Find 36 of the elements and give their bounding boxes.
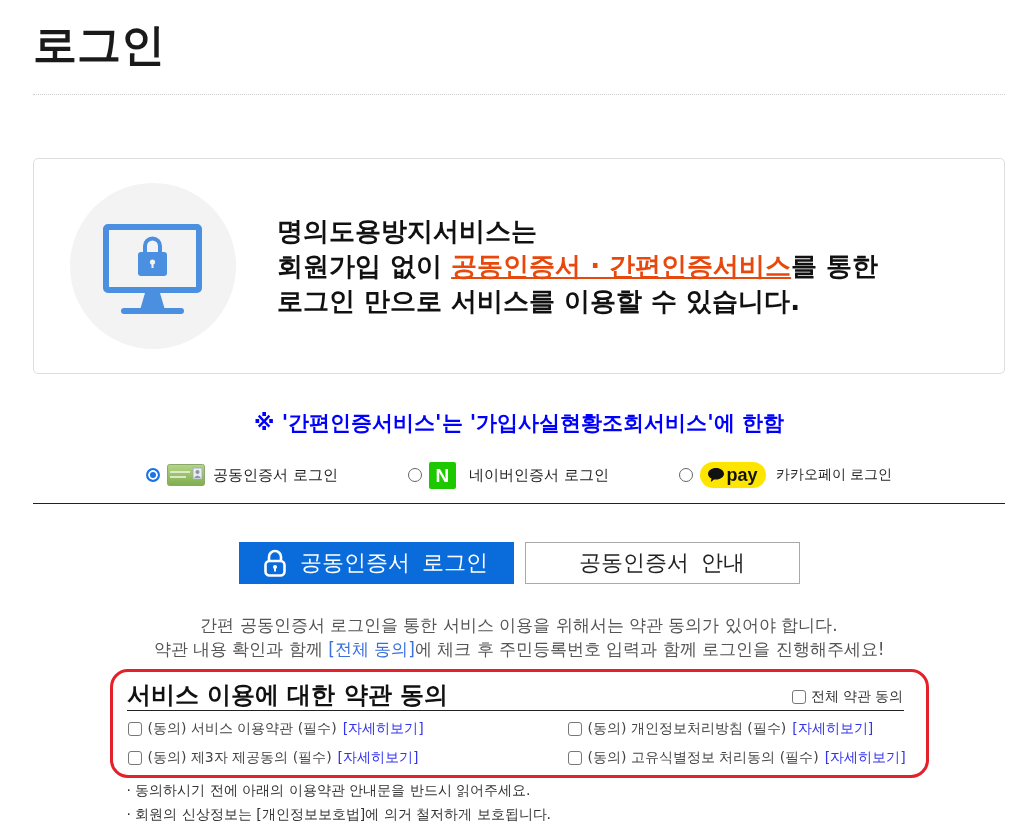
checkbox[interactable] (567, 750, 582, 765)
agreement-notice-text: 간편 공동인증서 로그인을 통한 서비스 이용을 위해서는 약관 동의가 있어야 합니다. 약관 내용 확인과 함께 [전체 동의]에 체크 후 주민등록번호 입력과 함께 로그인을 진행해주세요! (152, 614, 886, 661)
page-title: 로그인 (33, 18, 165, 72)
note-text: · 동의하시기 전에 아래의 이용약관 안내문을 반드시 읽어주세요. (126, 781, 532, 800)
certificate-login-button[interactable]: 공동인증서 로그인 (238, 542, 514, 584)
terms-item-label[interactable]: (동의) 고유식별정보 처리동의 (필수) (587, 748, 819, 767)
terms-item-label[interactable]: (동의) 제3자 제공동의 (필수) (147, 748, 332, 767)
details-link[interactable]: [자세히보기] (337, 748, 419, 767)
login-method-label[interactable]: 네이버인증서 로그인 (468, 465, 609, 485)
certificate-service-link[interactable]: 공동인증서 · 간편인증서비스 (451, 250, 792, 281)
lock-icon (263, 549, 286, 577)
details-link[interactable]: [자세히보기] (792, 719, 874, 738)
checkbox[interactable] (127, 721, 142, 736)
agree-all-label[interactable]: 전체 약관 동의 (810, 688, 904, 706)
note-text: · 회원의 신상정보는 [개인정보보호법]에 의거 철저하게 보호됩니다. (126, 805, 553, 824)
pay-logo-text: pay (726, 465, 758, 485)
terms-item-label[interactable]: (동의) 개인정보처리방침 (필수) (587, 719, 787, 738)
certificate-guide-button[interactable]: 공동인증서 안내 (524, 542, 800, 584)
terms-title: 서비스 이용에 대한 약관 동의 (126, 680, 448, 710)
monitor-lock-icon (70, 183, 236, 349)
checkbox[interactable] (567, 721, 582, 736)
details-link[interactable]: [자세히보기] (342, 719, 424, 738)
terms-item-label[interactable]: (동의) 서비스 이용약관 (필수) (147, 719, 337, 738)
radio-button[interactable] (407, 468, 422, 482)
id-card-icon (167, 464, 206, 486)
details-link[interactable]: [자세히보기] (824, 748, 906, 767)
checkbox[interactable] (127, 750, 142, 765)
intro-text: 명의도용방지서비스는 회원가입 없이 공동인증서 · 간편인증서비스를 통한 로그인 만으로 서비스를 이용할 수 있습니다. (277, 214, 879, 318)
speech-bubble-icon (707, 468, 724, 482)
checkbox[interactable] (791, 690, 806, 704)
login-method-label[interactable]: 카카오페이 로그인 (775, 466, 892, 484)
radio-button[interactable] (146, 468, 161, 482)
notice-text: ※ '간편인증서비스'는 '가입사실현황조회서비스'에 한함 (253, 411, 785, 435)
login-method-label[interactable]: 공동인증서 로그인 (213, 465, 338, 485)
radio-button[interactable] (678, 468, 693, 482)
n-logo: N (428, 461, 456, 489)
